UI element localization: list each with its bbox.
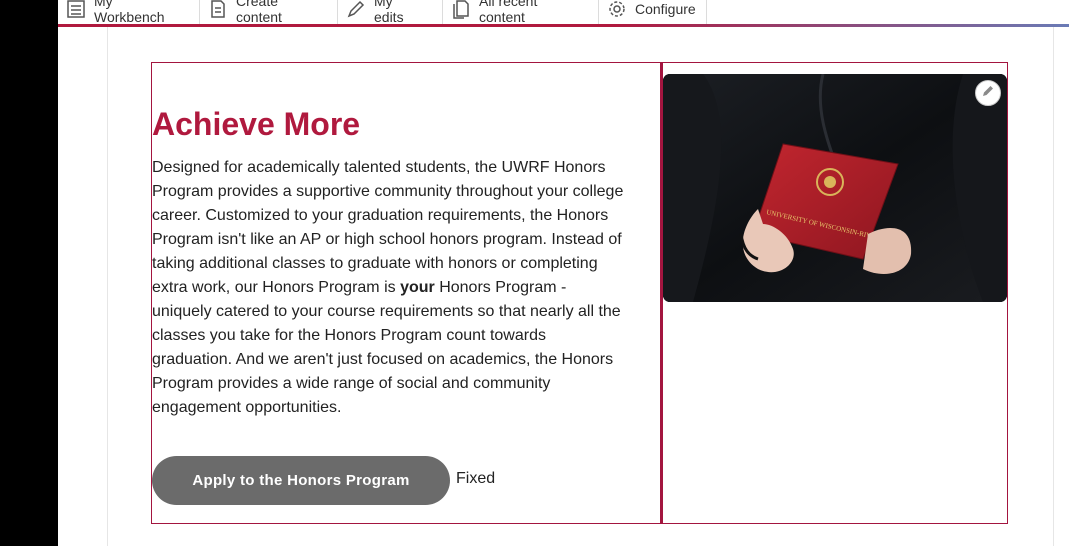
edit-image-button[interactable] <box>975 80 1001 106</box>
graduate-photo: UNIVERSITY OF WISCONSIN-RIVER FALLS <box>663 74 1007 302</box>
pencil-icon <box>981 84 995 103</box>
apply-honors-button[interactable]: Apply to the Honors Program <box>152 456 450 505</box>
checklist-icon <box>66 0 86 19</box>
section-heading: Achieve More <box>152 106 361 142</box>
section-body-text: Designed for academically talented stude… <box>152 156 630 420</box>
toolbar-item-my-workbench[interactable]: My Workbench <box>58 0 200 25</box>
body-text-part1: Designed for academically talented stude… <box>152 159 624 296</box>
button-suffix-text: Fixed <box>456 470 496 487</box>
toolbar-item-create-content[interactable]: Create content <box>200 0 338 25</box>
documents-icon <box>451 0 471 19</box>
document-add-icon <box>208 0 228 19</box>
pencil-icon <box>346 0 366 19</box>
toolbar-item-label: Create content <box>236 0 282 25</box>
toolbar-item-label: My Workbench <box>94 0 165 25</box>
admin-toolbar: My Workbench Create content My edits All… <box>58 0 1069 27</box>
body-text-part2: Honors Program - uniquely catered to you… <box>152 279 621 416</box>
toolbar-item-all-recent-content[interactable]: All recent content <box>443 0 599 25</box>
toolbar-item-label: My edits <box>374 0 404 25</box>
toolbar-item-configure[interactable]: Configure <box>599 0 707 24</box>
toolbar-item-my-edits[interactable]: My edits <box>338 0 443 25</box>
toolbar-item-label: Configure <box>635 0 696 17</box>
body-text-emphasis: your <box>400 279 435 296</box>
toolbar-item-label: All recent content <box>479 0 538 25</box>
left-black-strip <box>0 0 58 546</box>
gear-icon <box>607 0 627 19</box>
